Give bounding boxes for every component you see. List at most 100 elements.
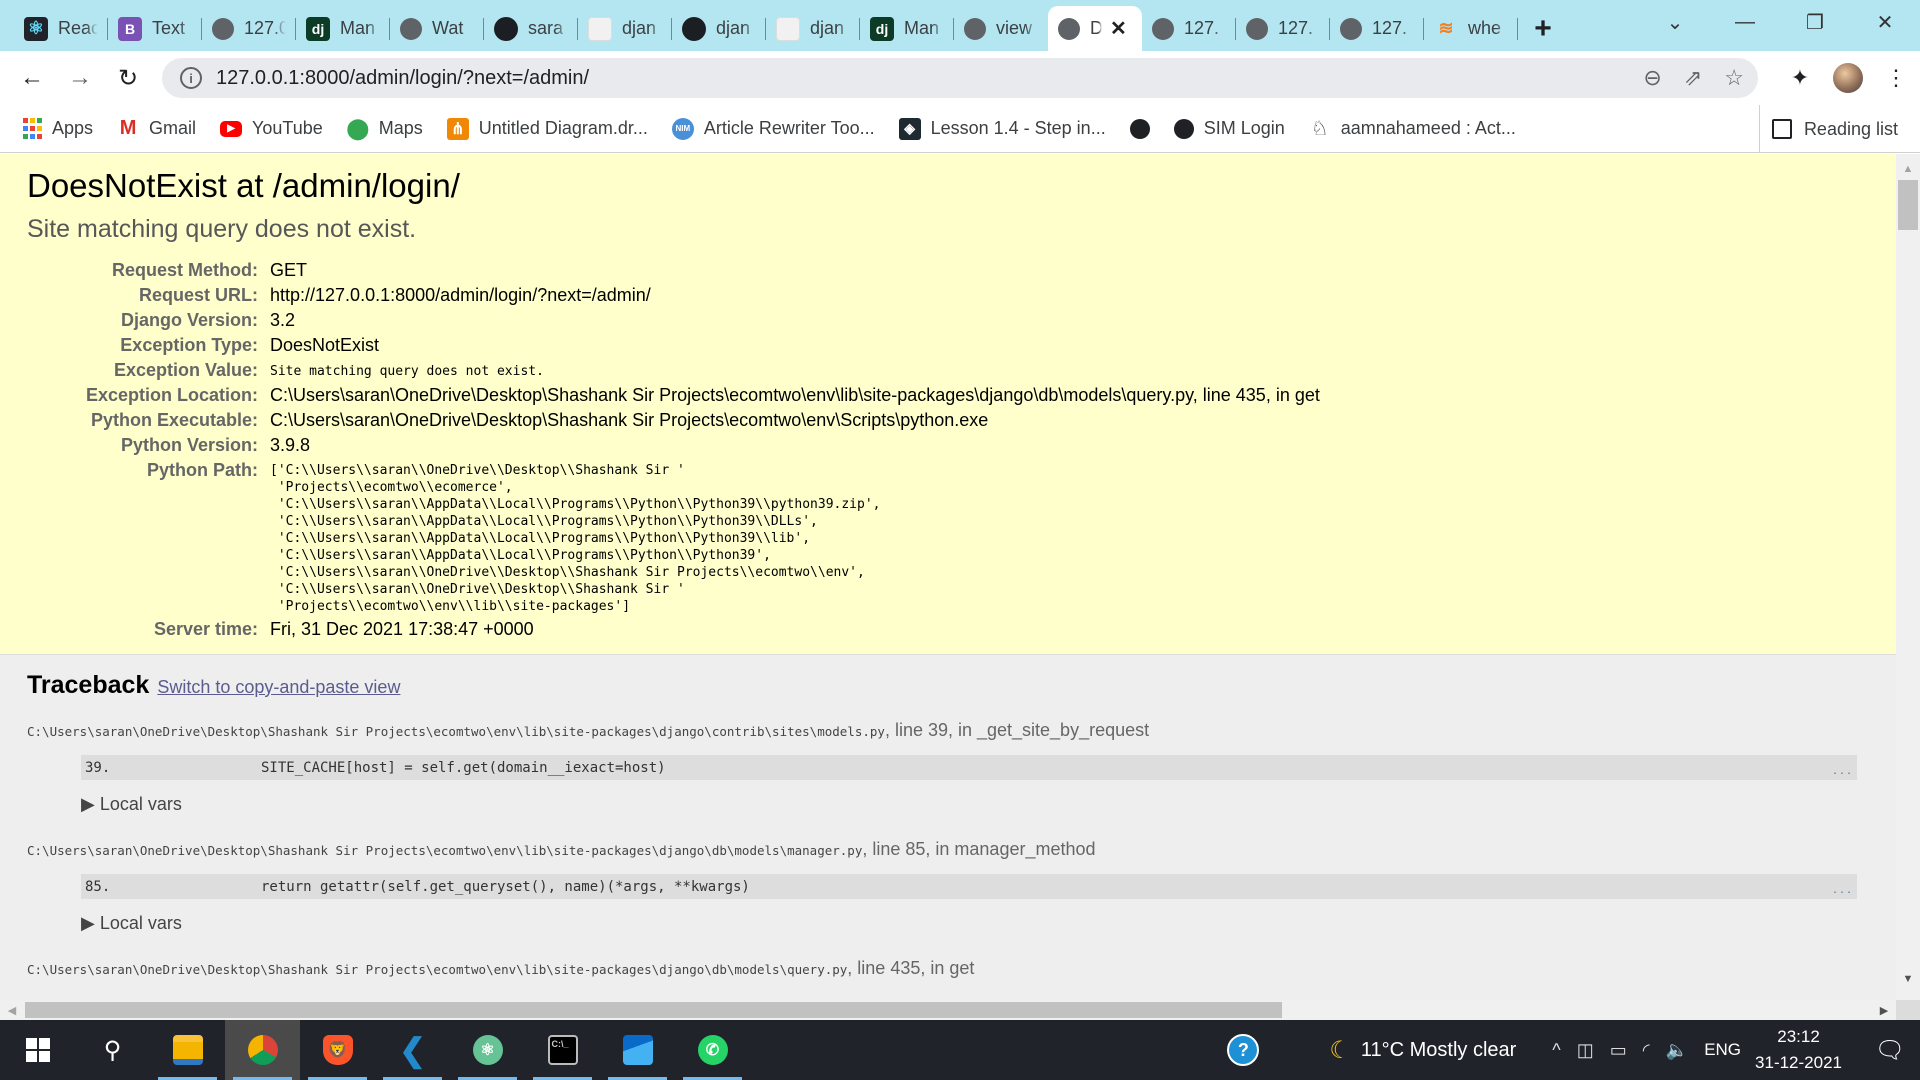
weather-moon-icon: ☾	[1329, 1036, 1351, 1064]
info-icon[interactable]: i	[180, 67, 202, 89]
tab[interactable]: dj Man	[296, 6, 390, 51]
expand-context-icon[interactable]: ...	[1832, 766, 1853, 777]
url-input[interactable]	[216, 66, 1516, 90]
new-tab-button[interactable]: +	[1518, 6, 1568, 51]
start-button[interactable]	[0, 1020, 75, 1080]
tab[interactable]: 127.0	[202, 6, 296, 51]
wifi-icon[interactable]: ◜	[1643, 1040, 1650, 1061]
bookmark-maps[interactable]: ⬤ Maps	[347, 118, 423, 140]
star-icon[interactable]: ☆	[1724, 65, 1744, 91]
bookmark-article-rewriter[interactable]: NIM Article Rewriter Too...	[671, 117, 875, 140]
bookmark-sim-login[interactable]: SIM Login	[1173, 118, 1285, 139]
bookmark-lesson[interactable]: ◈ Lesson 1.4 - Step in...	[898, 117, 1106, 140]
tab[interactable]: view	[954, 6, 1048, 51]
tab-label: React	[58, 18, 98, 38]
expand-context-icon[interactable]: ...	[1832, 885, 1853, 896]
scrollbar-thumb[interactable]	[25, 1002, 1282, 1018]
scroll-down-arrow-icon[interactable]: ▼	[1896, 968, 1920, 990]
tab[interactable]: B Text	[108, 6, 202, 51]
help-icon[interactable]: ?	[1227, 1034, 1260, 1066]
frame-location: , line 85, in manager_method	[862, 839, 1096, 859]
camera-icon[interactable]: ◫	[1577, 1040, 1594, 1061]
tab[interactable]: 127.	[1330, 6, 1424, 51]
tab[interactable]: djan	[766, 6, 860, 51]
tab[interactable]: 127.	[1236, 6, 1330, 51]
traceback-frame: C:\Users\saran\OneDrive\Desktop\Shashank…	[27, 720, 1869, 815]
tab[interactable]: 127.	[1142, 6, 1236, 51]
tab[interactable]: dj Man	[860, 6, 954, 51]
tab-label: 127.	[1372, 18, 1408, 38]
tab[interactable]: djan	[578, 6, 672, 51]
forward-button[interactable]: →	[56, 58, 104, 98]
address-bar[interactable]: i ⊖ ⇗ ☆	[162, 58, 1758, 98]
meta-value: 3.9.8	[270, 435, 311, 455]
taskbar-vscode[interactable]: ❮	[375, 1020, 450, 1080]
menu-icon[interactable]: ⋮	[1872, 65, 1920, 91]
local-vars-toggle[interactable]: ▶ Local vars	[81, 794, 1869, 815]
restore-icon[interactable]: ❐	[1780, 0, 1850, 45]
bookmark-globe[interactable]	[1129, 118, 1150, 139]
tab-label: Man	[904, 18, 940, 38]
language-indicator[interactable]: ENG	[1704, 1040, 1741, 1060]
share-icon[interactable]: ⇗	[1684, 65, 1702, 91]
profile-avatar[interactable]	[1833, 63, 1863, 93]
python-path-value: ['C:\\Users\\saran\\OneDrive\\Desktop\\S…	[270, 463, 881, 614]
taskbar-brave[interactable]: 🦁	[300, 1020, 375, 1080]
zoom-out-icon[interactable]: ⊖	[1643, 65, 1661, 91]
extensions-icon[interactable]: ✦	[1776, 65, 1824, 91]
clock[interactable]: 23:12 31-12-2021	[1755, 1024, 1842, 1076]
taskbar-mail[interactable]	[600, 1020, 675, 1080]
reading-list-button[interactable]: Reading list	[1758, 105, 1898, 153]
line-number: 39.	[85, 759, 111, 776]
traceback-section: Traceback Switch to copy-and-paste view C…	[0, 655, 1896, 1000]
bookmark-diagram[interactable]: ⋔ Untitled Diagram.dr...	[446, 117, 648, 140]
toolbar-right: ✦ ⋮	[1776, 51, 1920, 105]
bookmark-youtube[interactable]: ▶ YouTube	[220, 118, 323, 139]
bookmark-aamnahameed[interactable]: ♘ aamnahameed : Act...	[1309, 118, 1516, 140]
github-icon	[682, 16, 706, 41]
scroll-right-arrow-icon[interactable]: ▶	[1874, 1000, 1894, 1020]
chevron-up-icon[interactable]: ^	[1552, 1040, 1560, 1061]
tab[interactable]: ⚛ React	[14, 6, 108, 51]
tab-label: djan	[716, 18, 751, 38]
bookmark-label: aamnahameed : Act...	[1340, 118, 1516, 138]
battery-icon[interactable]: ▭	[1610, 1040, 1627, 1061]
notifications-icon[interactable]: 🗨	[1860, 1036, 1920, 1065]
close-window-icon[interactable]: ✕	[1850, 0, 1920, 45]
bookmark-apps[interactable]: Apps	[22, 118, 93, 140]
weather-text[interactable]: 11°C Mostly clear	[1361, 1039, 1516, 1062]
local-vars-toggle[interactable]: ▶ Local vars	[81, 913, 1869, 934]
minimize-icon[interactable]: —	[1710, 0, 1780, 45]
scroll-up-arrow-icon[interactable]: ▲	[1896, 158, 1920, 180]
vertical-scrollbar[interactable]: ▲ ▼	[1896, 154, 1920, 1000]
context-line[interactable]: 39. SITE_CACHE[host] = self.get(domain__i…	[81, 755, 1857, 780]
tab[interactable]: djan	[672, 6, 766, 51]
tab-label: 127.	[1278, 18, 1314, 38]
reload-button[interactable]: ↻	[104, 58, 152, 98]
back-button[interactable]: ←	[8, 58, 56, 98]
tab-search-icon[interactable]: ⌄	[1640, 0, 1710, 45]
context-line[interactable]: 85. return getattr(self.get_queryset(), n…	[81, 874, 1857, 899]
tab-active[interactable]: D ✕	[1048, 6, 1142, 51]
brave-icon: 🦁	[322, 1035, 353, 1065]
frame-file: C:\Users\saran\OneDrive\Desktop\Shashank…	[27, 839, 1869, 860]
bookmark-gmail[interactable]: M Gmail	[117, 117, 196, 140]
horizontal-scrollbar[interactable]: ◀ ▶	[0, 1000, 1896, 1020]
volume-icon[interactable]: 🔈	[1666, 1040, 1688, 1061]
taskbar-cmd[interactable]: C:\_	[525, 1020, 600, 1080]
line-number: 85.	[85, 878, 111, 895]
scroll-left-arrow-icon[interactable]: ◀	[2, 1000, 22, 1020]
close-tab-icon[interactable]: ✕	[1110, 16, 1127, 41]
bookmark-label: Untitled Diagram.dr...	[478, 118, 648, 138]
tab[interactable]: sara	[484, 6, 578, 51]
search-button[interactable]: ⚲	[75, 1020, 150, 1080]
taskbar-whatsapp[interactable]: ✆	[675, 1020, 750, 1080]
taskbar-chrome[interactable]	[225, 1020, 300, 1080]
taskbar-atom[interactable]: ⚛	[450, 1020, 525, 1080]
tab[interactable]: ≋ whe	[1424, 6, 1518, 51]
tab[interactable]: Wat	[390, 6, 484, 51]
taskbar-file-explorer[interactable]	[150, 1020, 225, 1080]
frame-location: , line 39, in _get_site_by_request	[884, 720, 1150, 740]
switch-copy-paste-link[interactable]: Switch to copy-and-paste view	[157, 677, 400, 698]
scrollbar-thumb[interactable]	[1898, 180, 1918, 230]
